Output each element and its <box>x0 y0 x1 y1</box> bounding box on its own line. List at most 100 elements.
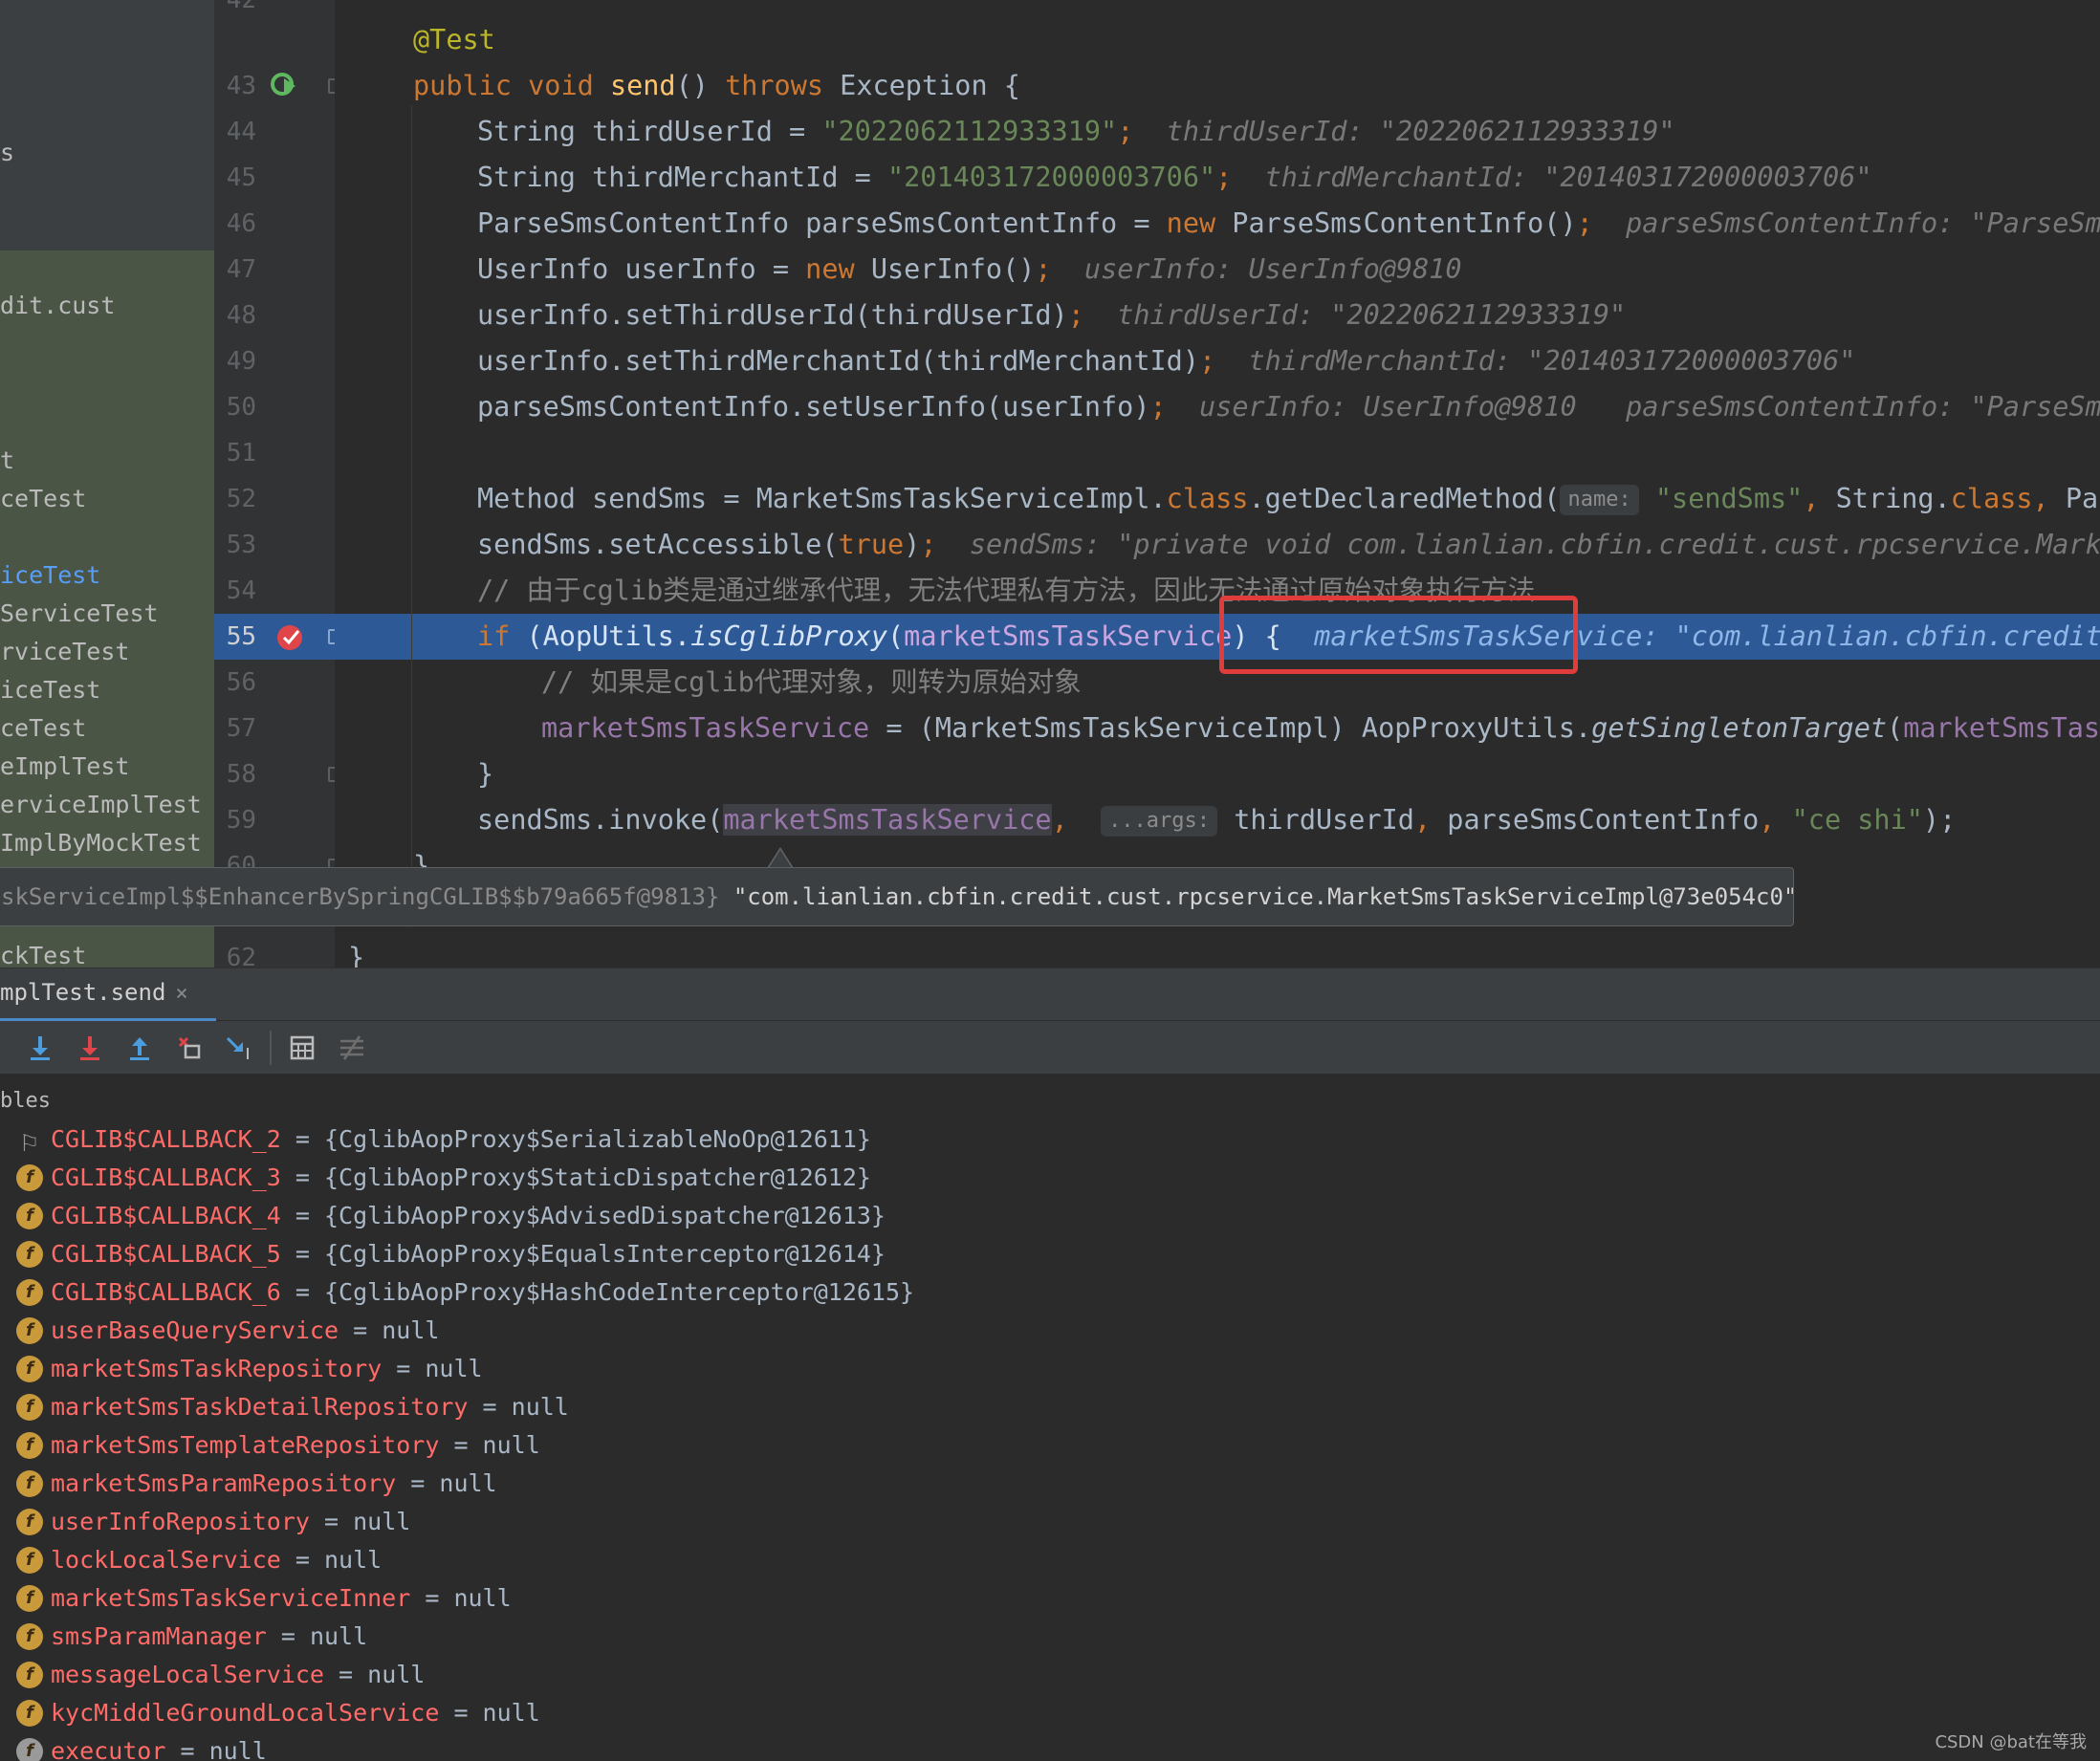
field-reference[interactable]: marketSmsTaskService <box>904 620 1232 652</box>
code-text: } <box>477 758 494 790</box>
field-icon: f <box>16 1470 43 1497</box>
equals-sign: = <box>165 1737 209 1761</box>
code-text: parseSmsContentInfo <box>1431 804 1760 836</box>
tree-item[interactable]: ServiceTest <box>0 595 159 633</box>
highlight-box <box>1219 596 1578 674</box>
variable-name: marketSmsTaskDetailRepository <box>51 1393 469 1421</box>
variable-value: null <box>353 1508 411 1535</box>
variables-panel[interactable]: › ⚐ CGLIB$CALLBACK_2 = {CglibAopProxy$Seri… <box>0 1120 2100 1761</box>
field-reference[interactable]: marketSmsTaskService <box>723 804 1052 836</box>
line-number: 58 <box>226 760 256 789</box>
field-icon: f <box>16 1662 43 1688</box>
breakpoint-icon[interactable] <box>275 621 306 652</box>
comma: , <box>1803 483 1836 514</box>
close-icon[interactable]: × <box>175 982 187 1006</box>
run-test-icon[interactable] <box>269 69 303 103</box>
field-reference[interactable]: marketSmsTaskS <box>1903 712 2100 744</box>
code-text: String thirdUserId = <box>477 116 822 147</box>
code-text: UserInfo() <box>854 253 1036 285</box>
drop-frame-icon[interactable] <box>174 1033 205 1063</box>
code-line-58: } <box>477 751 493 797</box>
field-icon: f <box>16 1738 43 1761</box>
expand-icon[interactable]: › <box>0 1120 4 1159</box>
code-editor[interactable]: @Test public void send() throws Exceptio… <box>335 0 2100 967</box>
code-text: Pars <box>2065 483 2100 514</box>
keyword: class <box>1950 483 2033 514</box>
code-text: thirdUserId <box>1234 804 1414 836</box>
keyword: void <box>528 70 594 101</box>
tree-item-selected[interactable]: iceTest <box>0 556 100 595</box>
field-icon: f <box>16 1317 43 1344</box>
expand-icon[interactable]: › <box>0 1235 4 1273</box>
variable-name: messageLocalService <box>51 1661 324 1688</box>
equals-sign: = <box>468 1393 512 1421</box>
variable-name: kycMiddleGroundLocalService <box>51 1699 440 1727</box>
keyword: public <box>413 70 512 101</box>
debug-tab-label: mplTest.send <box>0 979 166 1006</box>
variable-name: marketSmsParamRepository <box>51 1469 397 1497</box>
code-text: sendSms.invoke( <box>477 804 724 836</box>
step-over-icon[interactable] <box>0 1033 17 1063</box>
variable-name: userInfoRepository <box>51 1508 310 1535</box>
field-icon: f <box>16 1203 43 1229</box>
tooltip-arrow-inner <box>769 850 792 868</box>
tree-item[interactable]: ImplByMockTest <box>0 824 202 862</box>
code-line-46: ParseSmsContentInfo parseSmsContentInfo … <box>477 201 2100 247</box>
variable-value: {CglibAopProxy$SerializableNoOp@12611} <box>323 1125 871 1153</box>
trace-icon[interactable] <box>337 1033 367 1063</box>
tree-item[interactable]: iceTest <box>0 671 100 709</box>
variable-value: null <box>367 1661 426 1688</box>
tree-item[interactable]: rviceTest <box>0 633 129 671</box>
variable-name: marketSmsTaskRepository <box>51 1355 383 1382</box>
step-into-icon[interactable] <box>25 1033 55 1063</box>
variable-value: {CglibAopProxy$EqualsInterceptor@12614} <box>323 1240 886 1268</box>
tree-item[interactable]: ceTest <box>0 709 86 748</box>
keyword: throws <box>725 70 824 101</box>
inline-debug-value: userInfo: UserInfo@9810 <box>1199 391 1577 423</box>
expand-icon[interactable]: › <box>0 1197 4 1235</box>
string-literal: "201403172000003706" <box>886 162 1216 193</box>
field-icon: f <box>16 1623 43 1650</box>
variable-name: CGLIB$CALLBACK_4 <box>51 1202 281 1229</box>
code-text: ( <box>886 620 905 652</box>
tree-item[interactable]: t <box>0 442 14 480</box>
semicolon: ; <box>1035 253 1052 285</box>
tree-item[interactable]: s <box>0 134 14 172</box>
variable-name: userBaseQueryService <box>51 1316 339 1344</box>
variable-value: null <box>323 1546 383 1574</box>
equals-sign: = <box>396 1469 440 1497</box>
equals-sign: = <box>280 1202 324 1229</box>
tree-item[interactable]: eImplTest <box>0 748 129 786</box>
inline-debug-value: thirdUserId: "2022062112933319" <box>1117 299 1627 331</box>
expand-icon[interactable]: › <box>0 1159 4 1197</box>
expand-icon[interactable]: › <box>0 1273 4 1312</box>
line-number: 47 <box>226 255 256 284</box>
line-number: 54 <box>226 576 256 605</box>
tree-item[interactable]: dit.cust <box>0 287 115 325</box>
tree-item[interactable]: ceTest <box>0 480 86 518</box>
debug-session-tab[interactable]: mplTest.send × <box>0 968 216 1022</box>
code-line-43: public void send() throws Exception { <box>413 63 1020 109</box>
force-step-into-icon[interactable] <box>75 1033 105 1063</box>
variable-value: null <box>439 1469 497 1497</box>
field-reference[interactable]: marketSmsTaskService <box>541 712 869 744</box>
tree-item[interactable]: erviceImplTest <box>0 786 202 824</box>
equals-sign: = <box>309 1508 354 1535</box>
field-icon: f <box>16 1585 43 1612</box>
field-icon: f <box>16 1164 43 1191</box>
line-number: 51 <box>226 439 256 467</box>
step-out-icon[interactable] <box>124 1033 155 1063</box>
variable-name: lockLocalService <box>51 1546 281 1574</box>
variable-value: null <box>482 1431 540 1459</box>
evaluate-expression-icon[interactable] <box>287 1033 317 1063</box>
line-number-current: 55 <box>226 622 256 651</box>
variable-name: marketSmsTemplateRepository <box>51 1431 440 1459</box>
code-text: Method sendSms = MarketSmsTaskServiceImp… <box>477 483 1167 514</box>
line-number: 48 <box>226 301 256 330</box>
value-tooltip[interactable]: skServiceImpl$$EnhancerBySpringCGLIB$$b7… <box>0 867 1794 926</box>
tree-item[interactable]: ckTest <box>0 937 86 967</box>
code-text: String. <box>1835 483 1951 514</box>
run-to-cursor-icon[interactable] <box>224 1033 254 1063</box>
semicolon: ; <box>920 529 937 560</box>
toolbar-separator <box>270 1031 272 1065</box>
